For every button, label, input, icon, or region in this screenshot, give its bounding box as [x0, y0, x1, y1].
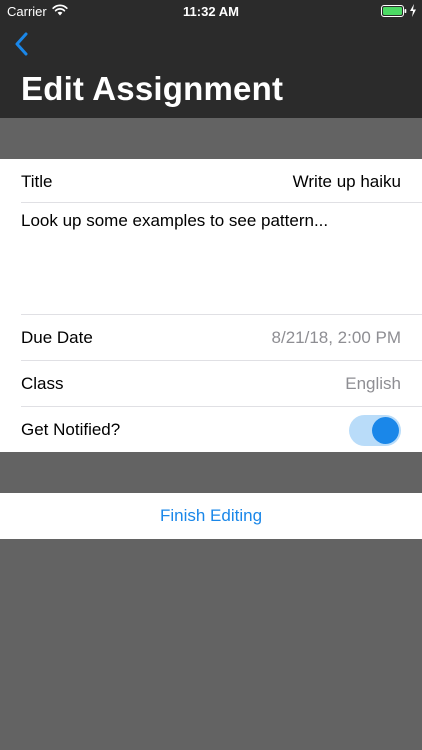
chevron-left-icon	[15, 32, 28, 56]
title-label: Title	[21, 172, 53, 191]
due-date-label: Due Date	[21, 328, 93, 347]
class-row[interactable]: Class English	[0, 361, 422, 407]
notify-row: Get Notified?	[0, 407, 422, 453]
charging-bolt-icon	[410, 4, 416, 17]
status-bar: Carrier 11:32 AM	[0, 0, 422, 24]
clock: 11:32 AM	[183, 4, 239, 19]
finish-editing-button[interactable]: Finish Editing	[160, 506, 262, 526]
due-date-row[interactable]: Due Date 8/21/18, 2:00 PM	[0, 315, 422, 361]
title-row[interactable]: Title Write up haiku	[0, 159, 422, 205]
back-button[interactable]	[10, 30, 32, 58]
nav-header: Carrier 11:32 AM Edit Assignment	[0, 0, 422, 118]
divider	[21, 202, 422, 203]
due-date-value[interactable]: 8/21/18, 2:00 PM	[272, 328, 401, 348]
finish-bar: Finish Editing	[0, 493, 422, 539]
screen: Carrier 11:32 AM Edit Assignment Title W…	[0, 0, 422, 750]
toggle-knob	[372, 416, 399, 444]
battery-icon	[381, 5, 407, 17]
assignment-form: Title Write up haiku Look up some exampl…	[0, 159, 422, 452]
page-title: Edit Assignment	[21, 70, 284, 107]
notify-toggle[interactable]	[349, 414, 401, 446]
title-value[interactable]: Write up haiku	[293, 172, 401, 192]
class-label: Class	[21, 374, 64, 393]
class-value[interactable]: English	[345, 374, 401, 394]
notes-text[interactable]: Look up some examples to see pattern...	[21, 211, 401, 231]
notify-label: Get Notified?	[21, 420, 121, 439]
